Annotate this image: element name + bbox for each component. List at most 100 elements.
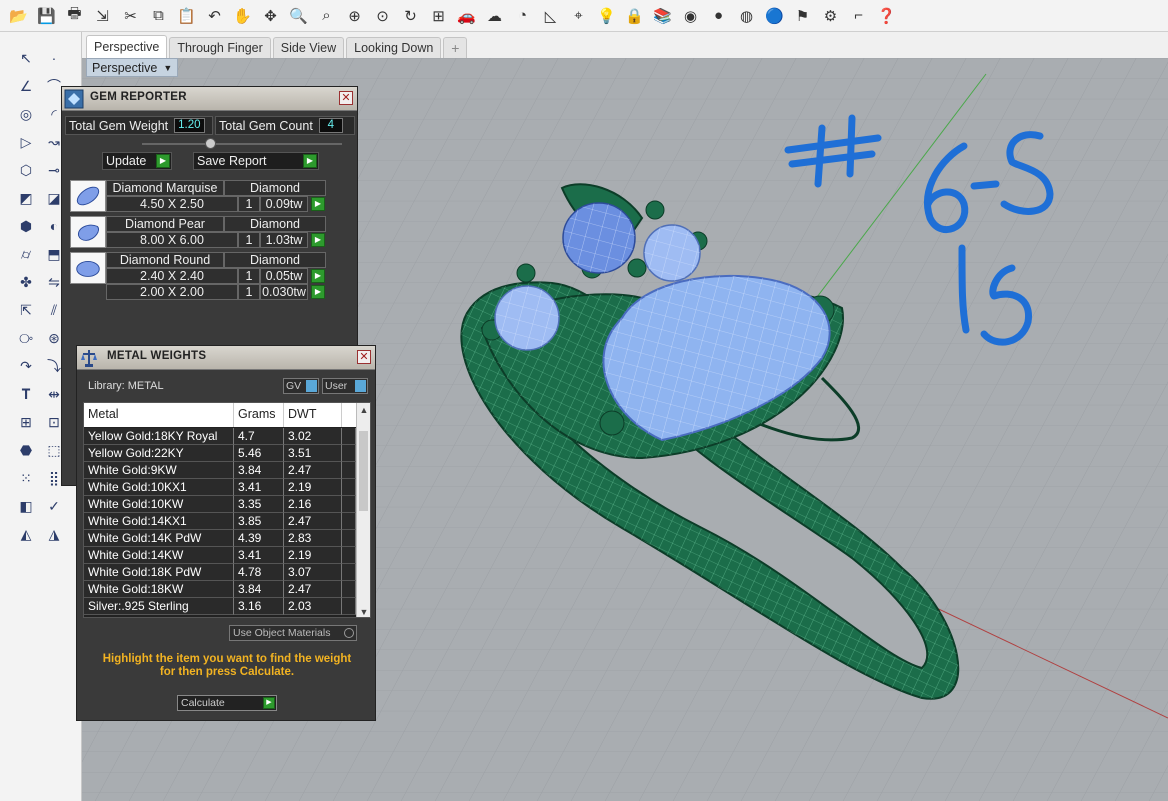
sphere-icon[interactable]: ◍ xyxy=(734,3,759,28)
polyline-icon[interactable]: ∠ xyxy=(14,74,38,98)
join-icon[interactable]: ⧂ xyxy=(14,326,38,350)
gem-go-icon[interactable]: ▶ xyxy=(311,285,325,299)
boolean-icon[interactable]: ⇱ xyxy=(14,298,38,322)
print-icon[interactable]: 🖶 xyxy=(62,3,87,28)
import-icon[interactable]: ⇲ xyxy=(90,3,115,28)
table-row[interactable]: White Gold:9KW 3.84 2.47 xyxy=(84,462,356,479)
light-icon[interactable]: 💡 xyxy=(594,3,619,28)
scroll-up-icon[interactable]: ▲ xyxy=(357,403,370,417)
gem-reporter-titlebar[interactable]: GEM REPORTER ✕ xyxy=(62,87,357,111)
undo-icon[interactable]: ↶ xyxy=(202,3,227,28)
render-icon[interactable]: ☁ xyxy=(482,3,507,28)
dimension-icon[interactable]: ⌐ xyxy=(846,3,871,28)
update-button[interactable]: Update ▶ xyxy=(102,152,172,170)
tab-perspective[interactable]: Perspective xyxy=(86,35,168,58)
zoom-window-icon[interactable]: ⌕ xyxy=(314,3,339,28)
point-icon[interactable]: · xyxy=(42,46,66,70)
help-icon[interactable]: ❓ xyxy=(874,3,899,28)
paint-icon[interactable]: ◮ xyxy=(42,522,66,546)
color-wheel-icon[interactable]: ◉ xyxy=(678,3,703,28)
column-header-grams[interactable]: Grams xyxy=(234,403,284,427)
save-icon[interactable]: 💾 xyxy=(34,3,59,28)
open-icon[interactable]: 📂 xyxy=(6,3,31,28)
gem-slider-knob[interactable] xyxy=(205,138,216,149)
material-icon[interactable]: ● xyxy=(706,3,731,28)
table-row[interactable]: White Gold:18K PdW 4.78 3.07 xyxy=(84,564,356,581)
paste-icon[interactable]: 📋 xyxy=(174,3,199,28)
table-row[interactable]: Yellow Gold:22KY 5.46 3.51 xyxy=(84,445,356,462)
metal-table-scrollbar[interactable]: ▲ ▼ xyxy=(356,403,370,617)
gem-go-icon[interactable]: ▶ xyxy=(311,233,325,247)
render-sphere-icon[interactable]: 🔵 xyxy=(762,3,787,28)
circle-icon[interactable]: ◎ xyxy=(14,102,38,126)
table-row[interactable]: White Gold:14KX1 3.85 2.47 xyxy=(84,513,356,530)
calculate-button[interactable]: Calculate ▶ xyxy=(177,695,277,711)
table-row[interactable]: White Gold:14K PdW 4.39 2.83 xyxy=(84,530,356,547)
column-header-metal[interactable]: Metal xyxy=(84,403,234,427)
rectangle-icon[interactable]: ▷ xyxy=(14,130,38,154)
pan-icon[interactable]: ✋ xyxy=(230,3,255,28)
library-label: Library: METAL xyxy=(88,380,164,392)
tab-looking-down[interactable]: Looking Down xyxy=(346,37,442,58)
add-tab-icon[interactable]: + xyxy=(443,37,468,58)
table-row[interactable]: Yellow Gold:18KY Royal 4.7 3.02 xyxy=(84,428,356,445)
surface-icon[interactable]: ◩ xyxy=(14,186,38,210)
zoom-selected-icon[interactable]: ⊙ xyxy=(370,3,395,28)
gem-go-icon[interactable]: ▶ xyxy=(311,197,325,211)
metal-weights-titlebar[interactable]: METAL WEIGHTS ✕ xyxy=(77,346,375,370)
block-icon[interactable]: ⬣ xyxy=(14,438,38,462)
scroll-down-icon[interactable]: ▼ xyxy=(357,605,370,617)
gear-icon[interactable]: ⚙ xyxy=(818,3,843,28)
cut-icon[interactable]: ✂ xyxy=(118,3,143,28)
trim-icon[interactable]: ↷ xyxy=(14,354,38,378)
zoom-icon[interactable]: 🔍 xyxy=(286,3,311,28)
cylinder-icon[interactable]: ⌭ xyxy=(14,242,38,266)
solid-icon[interactable]: ◭ xyxy=(14,522,38,546)
four-view-icon[interactable]: ⊞ xyxy=(426,3,451,28)
viewport-label-dropdown[interactable]: Perspective ▼ xyxy=(86,58,179,77)
column-header-dwt[interactable]: DWT xyxy=(284,403,342,427)
zoom-extents-icon[interactable]: ⊕ xyxy=(342,3,367,28)
save-report-button[interactable]: Save Report ▶ xyxy=(193,152,319,170)
tab-side-view[interactable]: Side View xyxy=(272,37,345,58)
dwt-cell: 2.47 xyxy=(284,581,342,598)
car-icon[interactable]: 🚗 xyxy=(454,3,479,28)
table-row[interactable]: White Gold:14KW 3.41 2.19 xyxy=(84,547,356,564)
empty-cell xyxy=(342,598,356,615)
copy-icon[interactable]: ⧉ xyxy=(146,3,171,28)
lock-icon[interactable]: 🔒 xyxy=(622,3,647,28)
grams-cell: 3.35 xyxy=(234,496,284,513)
snap-icon[interactable]: ⌖ xyxy=(566,3,591,28)
dwt-cell: 2.19 xyxy=(284,479,342,496)
box-icon[interactable]: ⬢ xyxy=(14,214,38,238)
close-icon[interactable]: ✕ xyxy=(357,350,371,364)
tab-through-finger[interactable]: Through Finger xyxy=(169,37,271,58)
layer-icon[interactable]: 📚 xyxy=(650,3,675,28)
table-row[interactable]: White Gold:10KW 3.35 2.16 xyxy=(84,496,356,513)
analyze-icon[interactable]: ◧ xyxy=(14,494,38,518)
scrollbar-thumb[interactable] xyxy=(359,431,368,511)
flag-icon[interactable]: ⚑ xyxy=(790,3,815,28)
grams-cell: 5.46 xyxy=(234,445,284,462)
check-icon[interactable]: ✓ xyxy=(42,494,66,518)
use-object-materials-checkbox[interactable]: Use Object Materials xyxy=(229,625,357,641)
mesh-icon[interactable]: ✤ xyxy=(14,270,38,294)
gem-go-icon[interactable]: ▶ xyxy=(311,269,325,283)
dot-grid-icon[interactable]: ⁙ xyxy=(14,466,38,490)
gem-name: Diamond Pear xyxy=(106,216,224,232)
polygon-icon[interactable]: ⬡ xyxy=(14,158,38,182)
table-row[interactable]: White Gold:10KX1 3.41 2.19 xyxy=(84,479,356,496)
redo-view-icon[interactable]: ↻ xyxy=(398,3,423,28)
metal-table[interactable]: Metal Grams DWT Yellow Gold:18KY Royal 4.… xyxy=(83,402,371,618)
fillet-icon[interactable]: ◺ xyxy=(538,3,563,28)
close-icon[interactable]: ✕ xyxy=(339,91,353,105)
rotate-view-icon[interactable]: ✥ xyxy=(258,3,283,28)
user-toggle[interactable]: User xyxy=(322,378,368,394)
table-row[interactable]: White Gold:18KW 3.84 2.47 xyxy=(84,581,356,598)
text-icon[interactable]: 𝐓 xyxy=(14,382,38,406)
ellipse-tool-icon[interactable]: ◔ xyxy=(510,3,535,28)
select-arrow-icon[interactable]: ↖ xyxy=(14,46,38,70)
table-row[interactable]: Silver:.925 Sterling 3.16 2.03 xyxy=(84,598,356,615)
grid-icon[interactable]: ⊞ xyxy=(14,410,38,434)
gv-toggle[interactable]: GV xyxy=(283,378,319,394)
